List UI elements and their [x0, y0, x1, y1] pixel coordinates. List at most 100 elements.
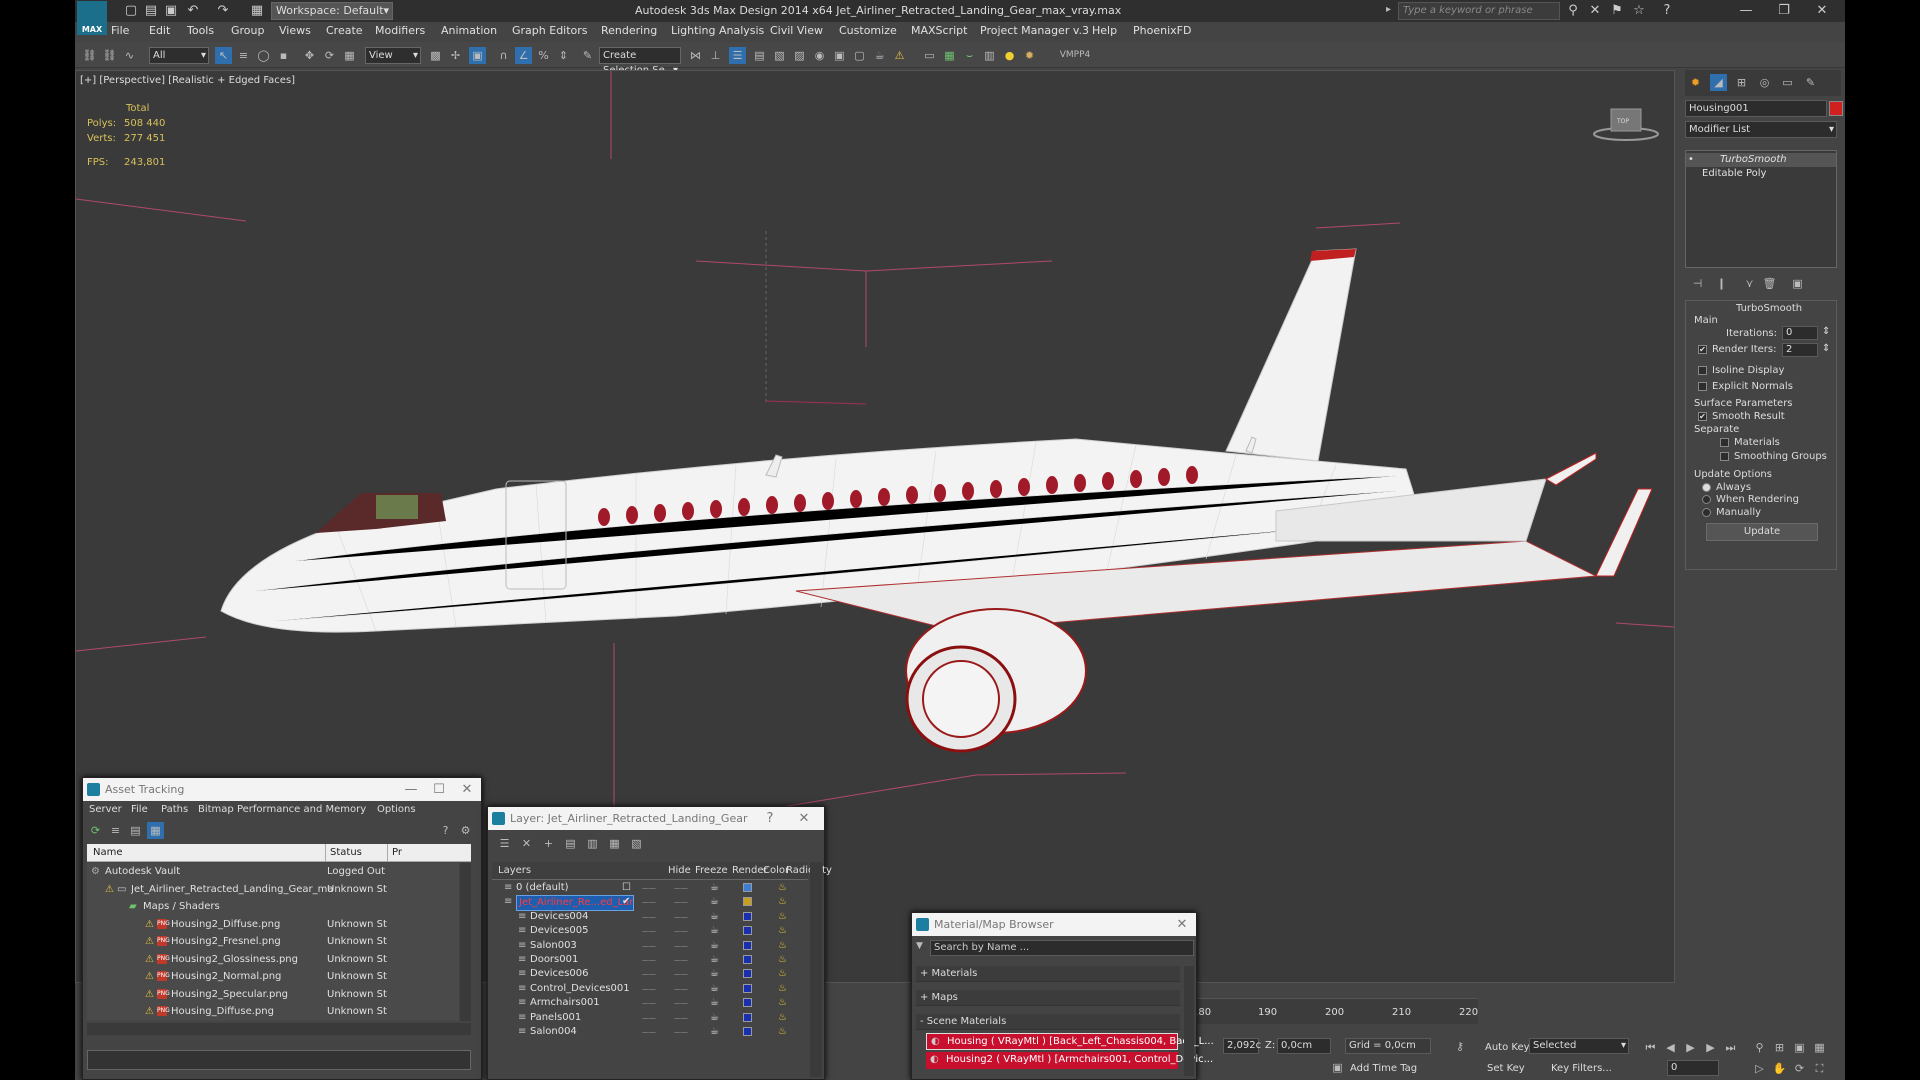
display-tab-icon[interactable]: ▭: [1779, 74, 1796, 91]
reference-coord-dropdown[interactable]: View ▾: [365, 47, 421, 64]
radiosity-bulb-icon[interactable]: ♨: [778, 911, 788, 922]
current-frame-field[interactable]: 0: [1667, 1060, 1719, 1076]
update-always-radio[interactable]: Always: [1702, 482, 1751, 493]
pan-icon[interactable]: ✋: [1771, 1060, 1788, 1077]
minimize-button[interactable]: —: [1727, 0, 1765, 22]
layer-row[interactable]: ≡ Panels001 —— —— ☕ ♨: [492, 1011, 808, 1025]
render-teapot-icon[interactable]: ☕: [710, 939, 719, 953]
menu-lighting-analysis[interactable]: Lighting Analysis: [671, 24, 764, 37]
object-color-swatch[interactable]: [1829, 101, 1843, 116]
select-scale-icon[interactable]: ▦: [341, 47, 358, 64]
render-setup-icon[interactable]: ▣: [831, 47, 848, 64]
hide-toggle[interactable]: ——: [642, 910, 656, 924]
asset-menu-paths[interactable]: Paths: [161, 804, 188, 815]
create-tab-icon[interactable]: ✹: [1687, 74, 1704, 91]
freeze-toggle[interactable]: ——: [674, 939, 688, 953]
modifier-list-dropdown[interactable]: Modifier List ▾: [1685, 121, 1837, 138]
menu-group[interactable]: Group: [231, 24, 265, 37]
motion-tab-icon[interactable]: ◎: [1756, 74, 1773, 91]
layer-color-swatch[interactable]: [743, 998, 752, 1008]
close-button[interactable]: ✕: [1803, 0, 1841, 22]
render-teapot-icon[interactable]: ☕: [710, 910, 719, 924]
layer-delete-icon[interactable]: ✕: [518, 835, 535, 852]
pivot-center-icon[interactable]: ▩: [427, 47, 444, 64]
rect-selection-icon[interactable]: ◯: [255, 47, 272, 64]
show-end-result-icon[interactable]: ❙: [1713, 275, 1730, 292]
radiosity-bulb-icon[interactable]: ♨: [778, 954, 788, 965]
layer-row[interactable]: ≡ 0 (default) ☐ —— —— ☕ ♨: [492, 881, 808, 895]
col-name[interactable]: Name: [93, 844, 123, 862]
freeze-toggle[interactable]: ——: [674, 953, 688, 967]
layer-color-swatch[interactable]: [743, 940, 752, 950]
binoculars-icon[interactable]: ⚲: [1565, 3, 1581, 19]
table-view-icon[interactable]: ▤: [127, 822, 144, 839]
play-icon[interactable]: ▶: [1682, 1039, 1699, 1056]
layer-color-swatch[interactable]: [743, 883, 752, 892]
layer-row[interactable]: ≡ Devices005 —— —— ☕ ♨: [492, 924, 808, 938]
tools-icon[interactable]: ✕: [1587, 3, 1603, 19]
radiosity-bulb-icon[interactable]: ♨: [778, 896, 788, 907]
layer-row[interactable]: ≡Jet_Airliner_Re...ed_Landin✔————☕♨: [492, 895, 808, 912]
col-radiosity[interactable]: Radiosity: [786, 862, 832, 880]
menu-modifiers[interactable]: Modifiers: [375, 24, 425, 37]
vmpp-label[interactable]: VMPP4: [1055, 47, 1095, 64]
render-teapot-icon[interactable]: ☕: [710, 895, 719, 909]
radiosity-bulb-icon[interactable]: ♨: [778, 997, 788, 1008]
layer-row[interactable]: ≡ Salon004 —— —— ☕ ♨: [492, 1025, 808, 1039]
freeze-toggle[interactable]: ——: [674, 910, 688, 924]
warning-icon[interactable]: ⚠: [891, 47, 908, 64]
curve-editor-icon[interactable]: ▧: [771, 47, 788, 64]
table-row[interactable]: ⚠PNGHousing2_Specular.png Unknown St...: [87, 986, 459, 1003]
previous-frame-icon[interactable]: ◀: [1662, 1039, 1679, 1056]
maximize-button[interactable]: ☐: [425, 778, 453, 801]
spinner-snap-icon[interactable]: ⇕: [555, 47, 572, 64]
edit-named-selection-icon[interactable]: ✎: [579, 47, 596, 64]
x-coordinate-field[interactable]: 2,092c: [1223, 1038, 1261, 1054]
redo-icon[interactable]: ↷: [215, 3, 231, 19]
menu-views[interactable]: Views: [279, 24, 311, 37]
render-teapot-icon[interactable]: ☕: [710, 1011, 719, 1025]
align-icon[interactable]: ⊥: [707, 47, 724, 64]
minimize-button[interactable]: —: [397, 778, 425, 801]
section-maps[interactable]: + Maps: [916, 990, 1180, 1006]
asset-vscrollbar[interactable]: [460, 863, 471, 1021]
render-teapot-icon[interactable]: ☕: [710, 996, 719, 1010]
iterations-spinner[interactable]: 0: [1782, 326, 1818, 340]
layer-color-swatch[interactable]: [743, 1012, 752, 1022]
auto-key-button[interactable]: Auto Key: [1485, 1042, 1530, 1053]
table-row[interactable]: ⚠PNGHousing2_Normal.png Unknown St...: [87, 968, 459, 985]
key-filters-button[interactable]: Key Filters...: [1551, 1063, 1612, 1074]
stack-item-turbosmooth[interactable]: • TurboSmooth: [1686, 153, 1836, 167]
asset-path-field[interactable]: [87, 1050, 471, 1070]
layer-new-icon[interactable]: ☰: [496, 835, 513, 852]
menu-file[interactable]: File: [111, 24, 129, 37]
menu-animation[interactable]: Animation: [441, 24, 497, 37]
material-vscrollbar[interactable]: [1184, 966, 1194, 1076]
table-row[interactable]: ⚠ ▭ Jet_Airliner_Retracted_Landing_Gear_ma…: [87, 881, 459, 898]
render-teapot-icon[interactable]: ☕: [710, 924, 719, 938]
vray-frame-icon[interactable]: ▦: [941, 47, 958, 64]
select-move-icon[interactable]: ✥: [301, 47, 318, 64]
freeze-toggle[interactable]: ——: [674, 895, 688, 909]
open-file-icon[interactable]: ▤: [143, 3, 159, 19]
angle-snap-icon[interactable]: ∠: [515, 47, 532, 64]
update-button[interactable]: Update: [1706, 523, 1818, 541]
save-icon[interactable]: ▣: [163, 3, 179, 19]
vray-vfb-icon[interactable]: ▥: [981, 47, 998, 64]
layer-color-swatch[interactable]: [743, 1027, 752, 1036]
maximize-button[interactable]: ❐: [1765, 0, 1803, 22]
vray-sun-icon[interactable]: ✹: [1021, 47, 1038, 64]
manipulate-icon[interactable]: ✢: [447, 47, 464, 64]
material-browser-title-bar[interactable]: Material/Map Browser ✕: [912, 913, 1196, 936]
render-iters-spinner[interactable]: 2: [1782, 343, 1818, 357]
link-icon[interactable]: ⛓: [81, 47, 98, 64]
time-tag-icon[interactable]: ▣: [1329, 1059, 1346, 1076]
modify-tab-icon[interactable]: ◢: [1710, 74, 1727, 91]
menu-tools[interactable]: Tools: [187, 24, 214, 37]
layer-row[interactable]: ≡ Salon003 —— —— ☕ ♨: [492, 939, 808, 953]
radiosity-bulb-icon[interactable]: ♨: [778, 968, 788, 979]
rendered-frame-icon[interactable]: ▢: [851, 47, 868, 64]
material-editor-icon[interactable]: ◉: [811, 47, 828, 64]
render-teapot-icon[interactable]: ☕: [710, 1025, 719, 1039]
freeze-toggle[interactable]: ——: [674, 1011, 688, 1025]
